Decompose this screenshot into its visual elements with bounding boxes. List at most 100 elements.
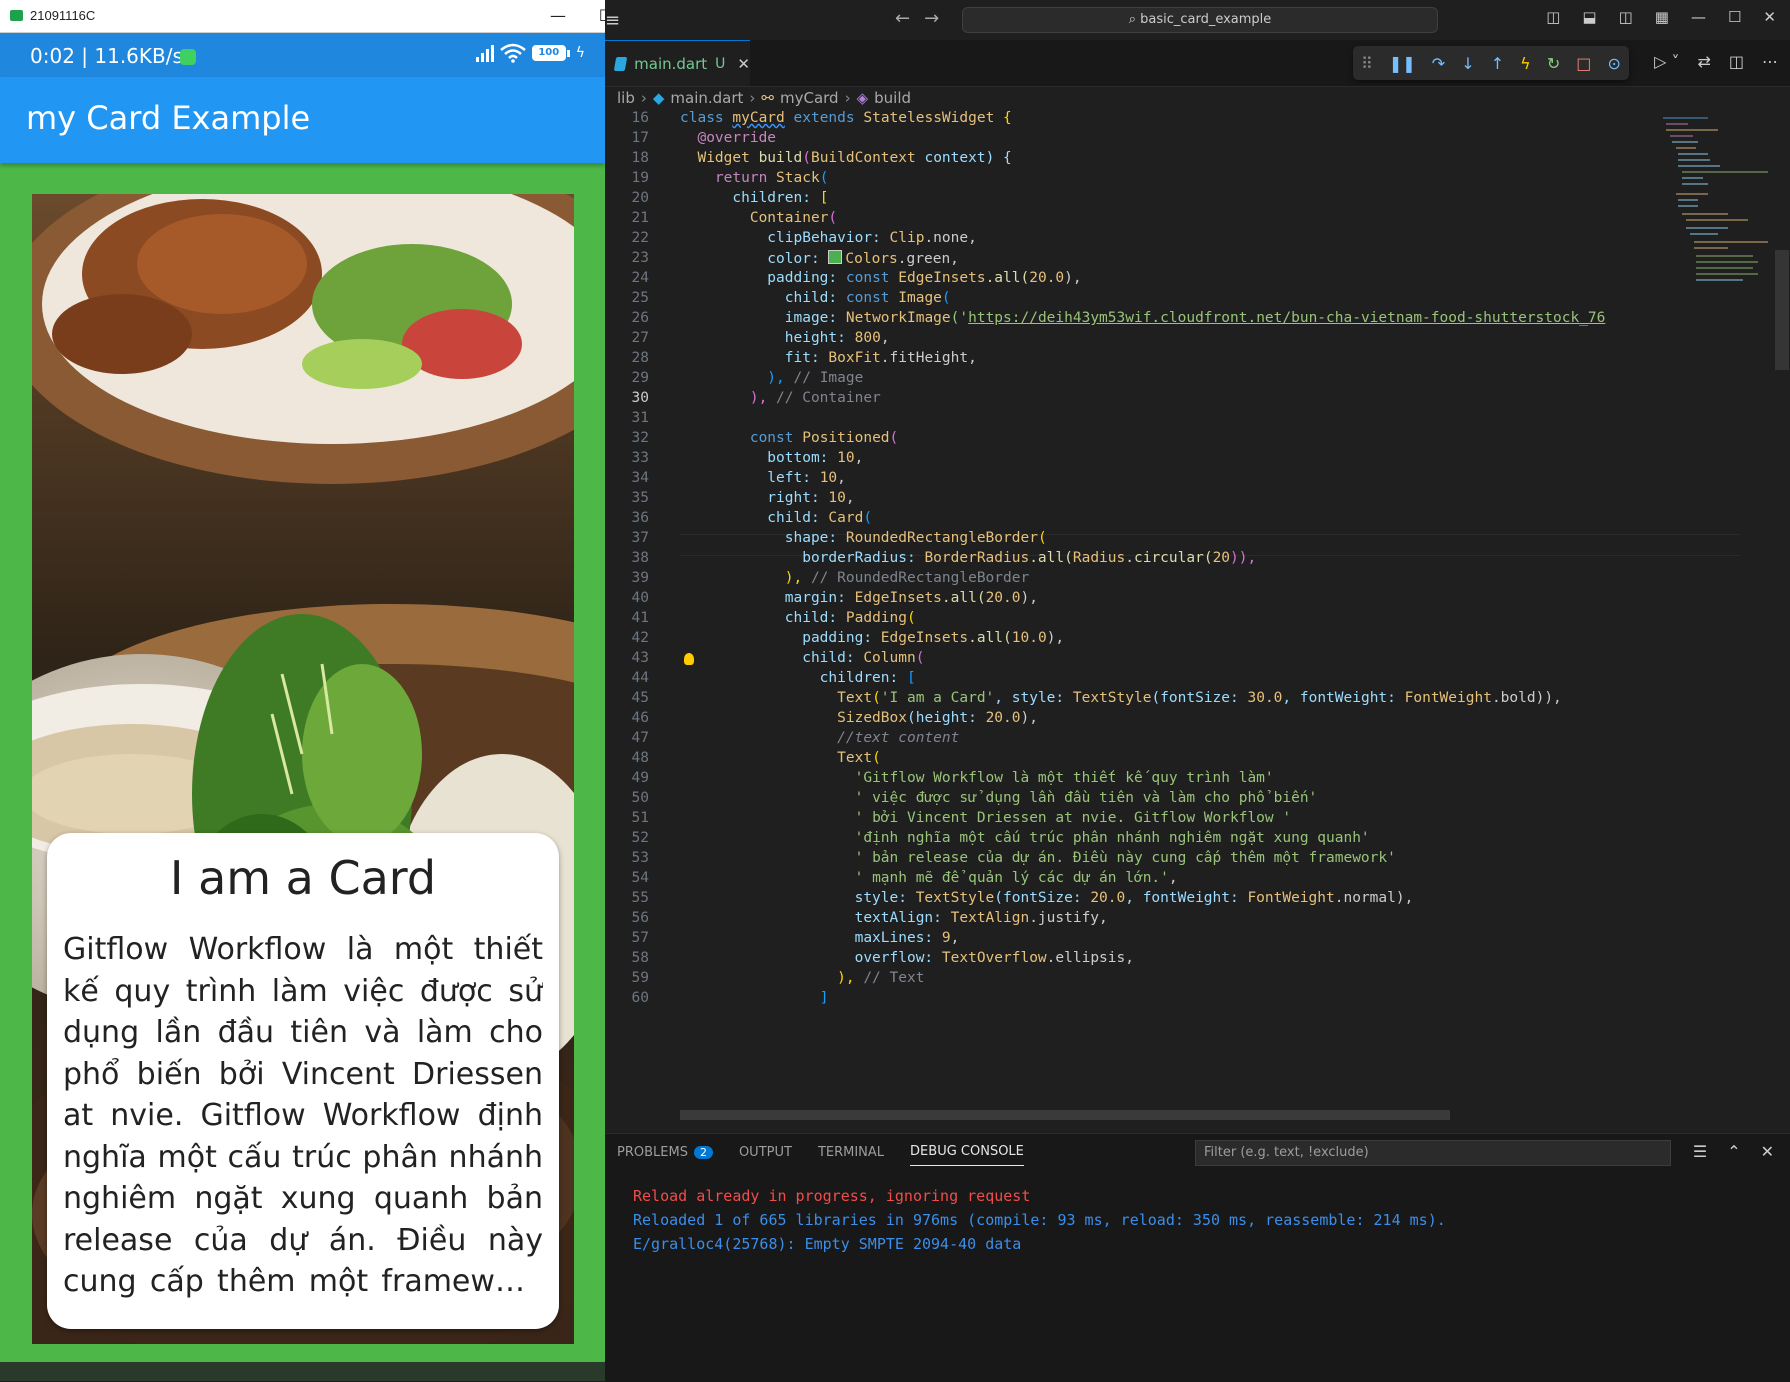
vscode-window: ≡ ←→ ⌕ basic_card_example ◫ ⬓ ◫ ▦ — ☐ ✕ … xyxy=(605,0,1790,1382)
code-token: .normal), xyxy=(1334,890,1414,906)
code-line: //text content xyxy=(680,730,959,746)
code-line: borderRadius: BorderRadius.all(Radius.ci… xyxy=(680,550,1256,566)
code-token: TextStyle xyxy=(1072,690,1152,706)
split-editor-icon[interactable]: ◫ xyxy=(1729,52,1744,71)
code-line: child: const Image( xyxy=(680,290,951,306)
info-card: I am a Card Gitflow Workflow là một thiế… xyxy=(47,833,559,1329)
close-panel-icon[interactable]: ✕ xyxy=(1761,1142,1774,1161)
code-token: , fontWeight: xyxy=(1125,890,1248,906)
close-icon[interactable]: ✕ xyxy=(1763,8,1776,26)
code-token: 20 xyxy=(1212,550,1231,566)
hot-reload-icon[interactable]: ϟ xyxy=(1520,54,1531,73)
step-over-icon[interactable]: ↷ xyxy=(1432,54,1445,73)
line-number: 34 xyxy=(631,470,649,486)
tab-terminal[interactable]: TERMINAL xyxy=(818,1145,884,1166)
maximize-panel-icon[interactable]: ⌃ xyxy=(1727,1142,1740,1161)
code-token: overflow: xyxy=(680,950,942,966)
toggle-sidebar-icon[interactable]: ◫ xyxy=(1546,8,1560,26)
line-number: 39 xyxy=(631,570,649,586)
code-token: ), xyxy=(680,390,777,406)
breadcrumb-item[interactable]: myCard xyxy=(780,89,839,107)
line-number: 38 xyxy=(631,550,649,566)
customize-layout-icon[interactable]: ▦ xyxy=(1655,8,1669,26)
breadcrumb-item[interactable]: lib xyxy=(617,89,635,107)
code-line: ' bản release của dự án. Điều này cung c… xyxy=(680,850,1396,866)
line-number: 40 xyxy=(631,590,649,606)
horizontal-scrollbar[interactable] xyxy=(680,1110,1450,1120)
code-line: Widget build(BuildContext context) { xyxy=(680,150,1011,166)
code-line: SizedBox(height: 20.0), xyxy=(680,710,1038,726)
code-line: image: NetworkImage('https://deih43ym53w… xyxy=(680,310,1606,326)
pause-icon[interactable]: ❚❚ xyxy=(1389,54,1416,73)
minimap[interactable] xyxy=(1658,110,1773,290)
command-center-search[interactable]: ⌕ basic_card_example xyxy=(962,7,1438,33)
code-editor[interactable]: 16 17 18 19 20 21 22 23 24 25 26 27 28 2… xyxy=(605,110,1773,1133)
forward-arrow-icon[interactable]: → xyxy=(924,8,953,29)
app-bar-title: my Card Example xyxy=(26,99,311,137)
line-number: 55 xyxy=(631,890,649,906)
breadcrumb-item[interactable]: build xyxy=(874,89,911,107)
toggle-secondary-sidebar-icon[interactable]: ◫ xyxy=(1619,8,1633,26)
code-token: TextAlign xyxy=(950,910,1030,926)
color-swatch-icon[interactable] xyxy=(828,250,843,264)
dart-file-icon: ◆ xyxy=(652,89,665,107)
nav-arrows[interactable]: ←→ xyxy=(895,8,953,29)
tab-output[interactable]: OUTPUT xyxy=(739,1145,792,1166)
more-actions-icon[interactable]: ⋯ xyxy=(1762,52,1778,71)
url-link[interactable]: https://deih43ym53wif.cloudfront.net/bun… xyxy=(968,310,1605,326)
bottom-panel: PROBLEMS 2 OUTPUT TERMINAL DEBUG CONSOLE … xyxy=(605,1133,1790,1382)
line-number: 32 xyxy=(631,430,649,446)
step-out-icon[interactable]: ↑ xyxy=(1491,54,1504,73)
toggle-panel-icon[interactable]: ⬓ xyxy=(1582,8,1596,26)
tab-main-dart[interactable]: main.dart U ✕ xyxy=(605,40,750,86)
code-line: maxLines: 9, xyxy=(680,930,960,946)
restart-icon[interactable]: ↻ xyxy=(1547,54,1560,73)
stop-icon[interactable]: □ xyxy=(1576,54,1591,73)
code-token: StatelessWidget xyxy=(863,110,995,126)
close-tab-icon[interactable]: ✕ xyxy=(737,55,750,73)
code-token: 'Gitflow Workflow là một thiết kế quy tr… xyxy=(854,770,1274,786)
tab-debug-console[interactable]: DEBUG CONSOLE xyxy=(910,1144,1024,1166)
code-token: 'định nghĩa một cấu trúc phân nhánh nghi… xyxy=(854,830,1370,846)
code-token: // Container xyxy=(776,390,881,406)
drag-handle-icon[interactable]: ⠿ xyxy=(1361,54,1373,73)
code-token: ( xyxy=(863,510,873,526)
scrcpy-app-icon xyxy=(10,10,23,21)
console-filter-input[interactable]: Filter (e.g. text, !exclude) xyxy=(1195,1140,1671,1166)
code-line: height: 800, xyxy=(680,330,890,346)
source-control-icon[interactable]: ⇄ xyxy=(1697,52,1710,71)
line-number: 50 xyxy=(631,790,649,806)
code-line: 'định nghĩa một cấu trúc phân nhánh nghi… xyxy=(680,830,1370,846)
code-token: ), xyxy=(1064,270,1082,286)
scrollbar-thumb[interactable] xyxy=(1775,250,1789,370)
code-line: ), // Container xyxy=(680,390,881,406)
clear-console-icon[interactable]: ☰ xyxy=(1693,1142,1707,1161)
back-arrow-icon[interactable]: ← xyxy=(895,8,924,29)
code-token: 20.0 xyxy=(1029,270,1065,286)
step-into-icon[interactable]: ↓ xyxy=(1461,54,1474,73)
minimize-icon[interactable]: — xyxy=(540,4,576,28)
code-token: Clip xyxy=(889,230,925,246)
code-token: { xyxy=(994,110,1012,126)
code-line: right: 10, xyxy=(680,490,854,506)
code-token: children: xyxy=(680,190,820,206)
tab-problems[interactable]: PROBLEMS 2 xyxy=(617,1145,713,1166)
line-number: 49 xyxy=(631,770,649,786)
breadcrumb-item[interactable]: main.dart xyxy=(670,89,743,107)
code-line: margin: EdgeInsets.all(20.0), xyxy=(680,590,1038,606)
menu-icon[interactable]: ≡ xyxy=(605,10,620,31)
code-token: bottom: xyxy=(680,450,838,466)
code-line: fit: BoxFit.fitHeight, xyxy=(680,350,977,366)
run-icon[interactable]: ▷ ˅ xyxy=(1654,52,1679,71)
minimize-icon[interactable]: — xyxy=(1691,8,1706,26)
code-token: Text xyxy=(837,690,873,706)
maximize-icon[interactable]: ☐ xyxy=(1728,8,1741,26)
card-title: I am a Card xyxy=(169,851,437,905)
line-number: 18 xyxy=(631,150,649,166)
code-token: .fitHeight, xyxy=(880,350,977,366)
code-token: //text content xyxy=(837,730,960,746)
maximize-icon[interactable]: ☐ xyxy=(588,4,605,28)
devtools-icon[interactable]: ⊙ xyxy=(1608,54,1621,73)
